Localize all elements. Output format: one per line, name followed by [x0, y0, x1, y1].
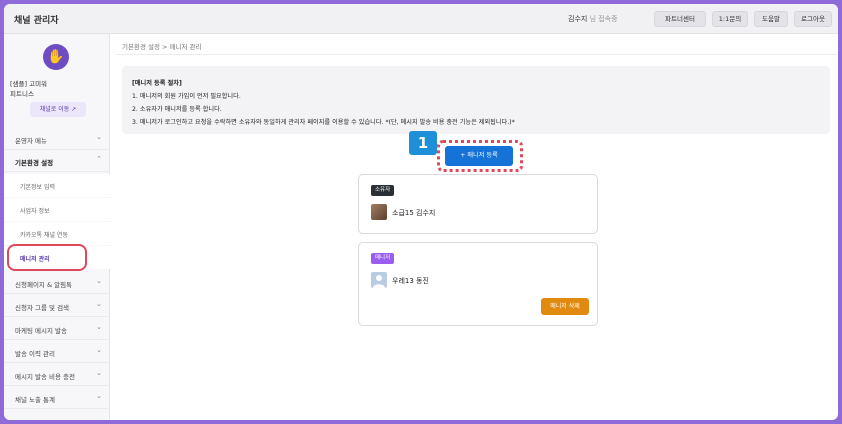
info-step-3: 3. 매니저가 로그인하고 요청을 수락하면 소유자와 동일하게 관리자 페이지… — [132, 119, 515, 126]
sidebar: ✋ [샘플] 고미워 피트니스 채널로 이동 ↗ 운영자 메뉴 ⌄ 기본환경 설… — [4, 34, 110, 420]
sidebar-item-label: 마케팅 메시지 발송 — [15, 327, 67, 335]
chevron-down-icon: ⌄ — [96, 277, 102, 285]
external-link-icon: ↗ — [71, 106, 77, 113]
app-title: 채널 관리자 — [14, 16, 59, 26]
member-name: 우레13 동진 — [392, 277, 429, 285]
delete-manager-button[interactable]: 매니저 삭제 — [541, 298, 589, 315]
help-button[interactable]: 도움말 — [754, 11, 788, 27]
manager-registration-info: [매니저 등록 절차] 1. 매니저의 회원 가입이 먼저 필요합니다. 2. … — [122, 66, 830, 134]
top-bar: 채널 관리자 김수지 님 접속중 파트너센터 1:1문의 도움말 로그아웃 — [4, 4, 838, 34]
sidebar-item-marketing-message[interactable]: 마케팅 메시지 발송 ⌄ — [4, 318, 110, 340]
sidebar-subitem-basic-info[interactable]: 기본정보 입력 — [4, 174, 110, 197]
breadcrumb: 기본환경 설정 > 매니저 관리 — [122, 43, 202, 51]
step-number-badge: 1 — [409, 131, 437, 155]
member-avatar — [371, 204, 387, 220]
sidebar-item-applicant-groups[interactable]: 신청자 그룹 및 검색 ⌄ — [4, 295, 110, 317]
sidebar-item-message-charge[interactable]: 메시지 발송 비용 충전 ⌄ — [4, 364, 110, 386]
app-window: 채널 관리자 김수지 님 접속중 파트너센터 1:1문의 도움말 로그아웃 ✋ … — [4, 4, 838, 420]
sidebar-subitem-label: 기본정보 입력 — [20, 184, 56, 191]
go-to-channel-label: 채널로 이동 — [39, 106, 70, 113]
sidebar-item-channel-stats[interactable]: 채널 노출 통계 ⌄ — [4, 387, 110, 409]
profile-name-line1: [샘플] 고미워 — [10, 80, 48, 88]
sidebar-item-signup-page[interactable]: 신청페이지 & 알림톡 ⌄ — [4, 272, 110, 294]
chevron-down-icon: ⌄ — [96, 133, 102, 141]
role-badge-owner: 소유자 — [371, 185, 395, 196]
sidebar-item-label: 신청자 그룹 및 검색 — [15, 304, 70, 312]
user-status: 김수지 님 접속중 — [568, 14, 618, 24]
sidebar-item-send-history[interactable]: 발송 이력 관리 ⌄ — [4, 341, 110, 363]
manager-card: 매니저 우레13 동진 매니저 삭제 — [358, 242, 598, 326]
user-status-suffix: 님 접속중 — [589, 15, 618, 23]
sidebar-item-operator-menu[interactable]: 운영자 메뉴 ⌄ — [4, 128, 110, 150]
sidebar-item-label: 채널 노출 통계 — [15, 396, 56, 404]
member-name: 소급15 김수지 — [392, 209, 436, 217]
chevron-down-icon: ⌄ — [96, 346, 102, 354]
sidebar-item-label: 운영자 메뉴 — [15, 137, 47, 145]
info-title: [매니저 등록 절차] — [132, 80, 182, 87]
sidebar-subitem-label: 카카오톡 채널 연동 — [20, 232, 68, 239]
sidebar-subitem-business-info[interactable]: 사업자 정보 — [4, 198, 110, 221]
sidebar-subitem-label: 사업자 정보 — [20, 208, 50, 215]
chevron-down-icon: ⌄ — [96, 300, 102, 308]
sidebar-item-label: 기본환경 설정 — [15, 159, 54, 167]
hand-wave-icon: ✋ — [43, 44, 69, 70]
partner-center-button[interactable]: 파트너센터 — [654, 11, 706, 27]
chevron-down-icon: ⌄ — [96, 369, 102, 377]
chevron-down-icon: ⌄ — [96, 323, 102, 331]
role-badge-manager: 매니저 — [371, 253, 395, 264]
register-manager-button[interactable]: + 매니저 등록 — [445, 146, 513, 166]
sidebar-item-label: 발송 이력 관리 — [15, 350, 56, 358]
info-step-1: 1. 매니저의 회원 가입이 먼저 필요합니다. — [132, 93, 241, 100]
owner-card: 소유자 소급15 김수지 — [358, 174, 598, 234]
chevron-down-icon: ⌄ — [96, 392, 102, 400]
sidebar-item-label: 신청페이지 & 알림톡 — [15, 281, 73, 289]
logout-button[interactable]: 로그아웃 — [794, 11, 832, 27]
highlight-manager-management — [7, 244, 87, 271]
default-avatar-icon — [371, 272, 387, 288]
user-name: 김수지 — [568, 15, 588, 23]
info-step-2: 2. 소유자가 매니저를 등록 합니다. — [132, 106, 222, 113]
sidebar-item-basic-settings[interactable]: 기본환경 설정 ⌃ — [4, 150, 110, 172]
header-divider — [116, 54, 838, 55]
go-to-channel-button[interactable]: 채널로 이동 ↗ — [30, 102, 86, 117]
inquiry-button[interactable]: 1:1문의 — [712, 11, 748, 27]
chevron-up-icon: ⌃ — [96, 155, 102, 163]
sidebar-item-label: 메시지 발송 비용 충전 — [15, 373, 76, 381]
sidebar-subitem-kakao-channel-link[interactable]: 카카오톡 채널 연동 — [4, 222, 110, 245]
profile-name-line2: 피트니스 — [10, 90, 34, 98]
